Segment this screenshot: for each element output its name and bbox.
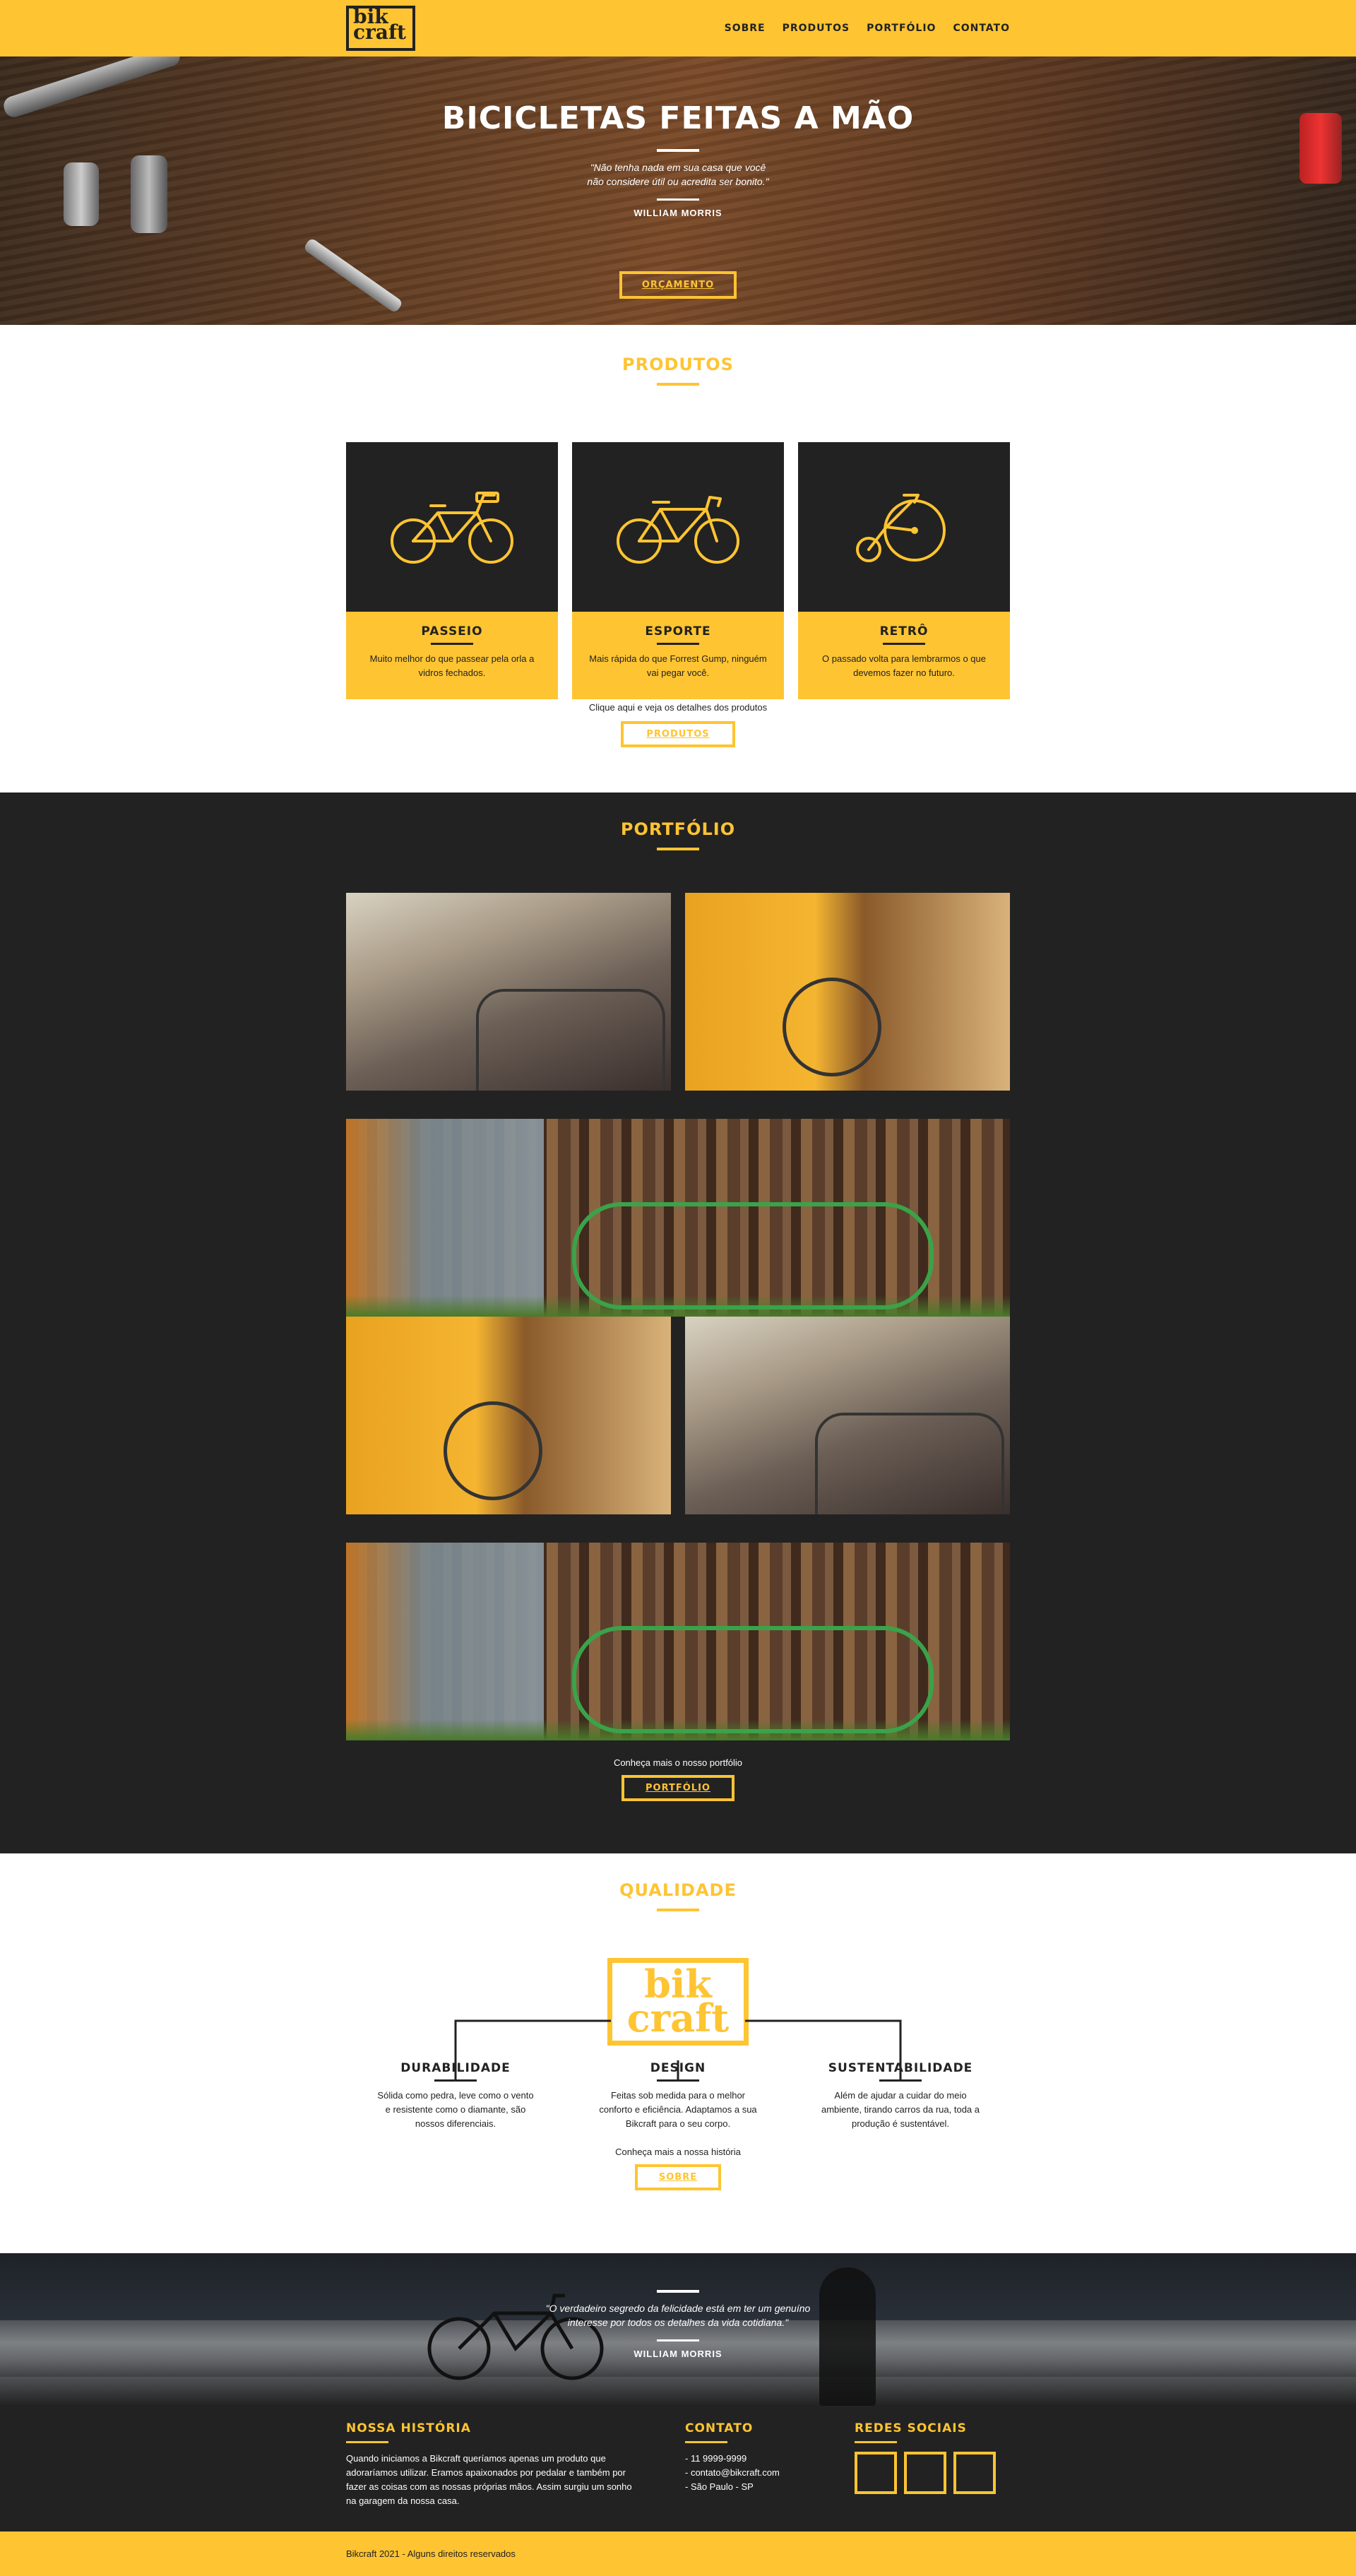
sobre-button[interactable]: SOBRE — [634, 2164, 722, 2190]
banner-quote-author: WILLIAM MORRIS — [634, 2349, 722, 2359]
qualidade-item-title: DESIGN — [650, 2061, 706, 2075]
portfolio-button[interactable]: PORTFÓLIO — [622, 1775, 734, 1801]
orcamento-button[interactable]: ORÇAMENTO — [619, 271, 737, 299]
portfolio-section: PORTFÓLIO Conheça mais o nosso portfólio… — [0, 793, 1356, 1853]
qualidade-item-design: DESIGN Feitas sob medida para o melhor c… — [597, 2061, 759, 2131]
portfolio-title: PORTFÓLIO — [620, 819, 736, 839]
hero-title: BICICLETAS FEITAS A MÃO — [441, 100, 915, 136]
qualidade-item-durabilidade: DURABILIDADE Sólida como pedra, leve com… — [374, 2061, 537, 2131]
main-nav: SOBRE PRODUTOS PORTFÓLIO CONTATO — [725, 23, 1010, 34]
retro-bike-icon — [856, 494, 946, 562]
footer-redes: REDES SOCIAIS — [855, 2421, 996, 2508]
nav-portfolio[interactable]: PORTFÓLIO — [867, 23, 936, 34]
section-divider — [657, 1909, 699, 1911]
produtos-button[interactable]: PRODUTOS — [621, 721, 735, 747]
twitter-icon[interactable] — [953, 2452, 996, 2494]
produtos-section: PRODUTOS PASSEIO Muito melhor do que pas… — [0, 325, 1356, 793]
hero-quote-author: WILLIAM MORRIS — [634, 208, 722, 218]
qualidade-item-desc: Feitas sob medida para o melhor conforto… — [599, 2090, 757, 2129]
footer-historia: NOSSA HISTÓRIA Quando iniciamos a Bikcra… — [346, 2421, 685, 2508]
product-name: RETRÔ — [879, 624, 929, 639]
banner-divider — [657, 2290, 699, 2293]
footer-historia-title: NOSSA HISTÓRIA — [346, 2421, 471, 2435]
nav-contato[interactable]: CONTATO — [953, 23, 1010, 34]
logo[interactable]: bik craft — [346, 6, 415, 51]
hero-divider-small — [657, 198, 699, 201]
section-divider — [657, 848, 699, 850]
hero-quote: "Não tenha nada em sua casa que você não… — [587, 162, 769, 187]
qualidade-item-divider — [657, 2079, 699, 2082]
portfolio-photo-street[interactable] — [685, 1317, 1010, 1514]
banner-divider-small — [657, 2339, 699, 2341]
contato-phone: - 11 9999-9999 — [685, 2453, 747, 2464]
portfolio-photo-green-bike[interactable] — [346, 1119, 1010, 1317]
portfolio-cta-text: Conheça mais o nosso portfólio — [613, 1757, 743, 1768]
product-divider — [883, 643, 925, 645]
product-name: PASSEIO — [421, 624, 483, 639]
nav-produtos[interactable]: PRODUTOS — [783, 23, 850, 34]
portfolio-photo-green-bike[interactable] — [346, 1543, 1010, 1740]
nav-sobre[interactable]: SOBRE — [725, 23, 766, 34]
copyright-bar: Bikcraft 2021 - Alguns direitos reservad… — [0, 2532, 1356, 2576]
footer-divider — [685, 2441, 727, 2443]
product-card-retro[interactable]: RETRÔ O passado volta para lembrarmos o … — [798, 442, 1010, 699]
section-divider — [657, 383, 699, 386]
qualidade-item-desc: Além de ajudar a cuidar do meio ambiente… — [821, 2090, 980, 2129]
sport-bike-icon — [617, 496, 739, 564]
site-footer: NOSSA HISTÓRIA Quando iniciamos a Bikcra… — [0, 2406, 1356, 2532]
qualidade-item-desc: Sólida como pedra, leve como o vento e r… — [377, 2090, 534, 2129]
footer-divider — [346, 2441, 388, 2443]
qualidade-cta-text: Conheça mais a nossa história — [615, 2147, 741, 2157]
portfolio-photo-yellow-wall[interactable] — [685, 893, 1010, 1091]
product-divider — [657, 643, 699, 645]
site-header: bik craft SOBRE PRODUTOS PORTFÓLIO CONTA… — [0, 0, 1356, 57]
footer-divider — [855, 2441, 897, 2443]
qualidade-title: QUALIDADE — [619, 1880, 737, 1900]
qualidade-logo: bik craft — [607, 1958, 749, 2046]
product-divider — [431, 643, 473, 645]
qualidade-section: QUALIDADE bik craft DURABILIDADE Sólida … — [0, 1853, 1356, 2253]
hero-divider — [657, 149, 699, 152]
qualidade-item-sustentabilidade: SUSTENTABILIDADE Além de ajudar a cuidar… — [819, 2061, 982, 2131]
produtos-title: PRODUTOS — [622, 355, 734, 374]
footer-contato-title: CONTATO — [685, 2421, 754, 2435]
contato-location: - São Paulo - SP — [685, 2481, 754, 2492]
qualidade-item-title: DURABILIDADE — [400, 2061, 511, 2075]
qualidade-item-divider — [879, 2079, 922, 2082]
product-desc: O passado volta para lembrarmos o que de… — [822, 653, 986, 678]
hero-section: BICICLETAS FEITAS A MÃO "Não tenha nada … — [0, 57, 1356, 325]
product-desc: Muito melhor do que passear pela orla a … — [369, 653, 535, 678]
qualidade-item-divider — [434, 2079, 477, 2082]
bike-icon — [391, 492, 513, 564]
qualidade-logo-line-2: craft — [626, 1995, 730, 2041]
footer-redes-title: REDES SOCIAIS — [855, 2421, 967, 2435]
footer-historia-text: Quando iniciamos a Bikcraft queríamos ap… — [346, 2453, 632, 2506]
product-card-esporte[interactable]: ESPORTE Mais rápida do que Forrest Gump,… — [572, 442, 784, 699]
portfolio-photo-street[interactable] — [346, 893, 671, 1091]
qualidade-item-title: SUSTENTABILIDADE — [828, 2061, 973, 2075]
footer-contato: CONTATO - 11 9999-9999 - contato@bikcraf… — [685, 2421, 855, 2508]
logo-line-2: craft — [353, 20, 406, 44]
quote-banner: "O verdadeiro segredo da felicidade está… — [0, 2253, 1356, 2406]
banner-quote: "O verdadeiro segredo da felicidade está… — [545, 2303, 811, 2328]
product-name: ESPORTE — [645, 624, 711, 639]
product-desc: Mais rápida do que Forrest Gump, ninguém… — [589, 653, 767, 678]
facebook-icon[interactable] — [855, 2452, 897, 2494]
copyright-text: Bikcraft 2021 - Alguns direitos reservad… — [346, 2548, 516, 2559]
produtos-cta-text: Clique aqui e veja os detalhes dos produ… — [588, 702, 768, 713]
instagram-icon[interactable] — [904, 2452, 946, 2494]
contato-email[interactable]: - contato@bikcraft.com — [685, 2466, 855, 2480]
product-card-passeio[interactable]: PASSEIO Muito melhor do que passear pela… — [346, 442, 558, 699]
portfolio-photo-yellow-wall[interactable] — [346, 1317, 671, 1514]
